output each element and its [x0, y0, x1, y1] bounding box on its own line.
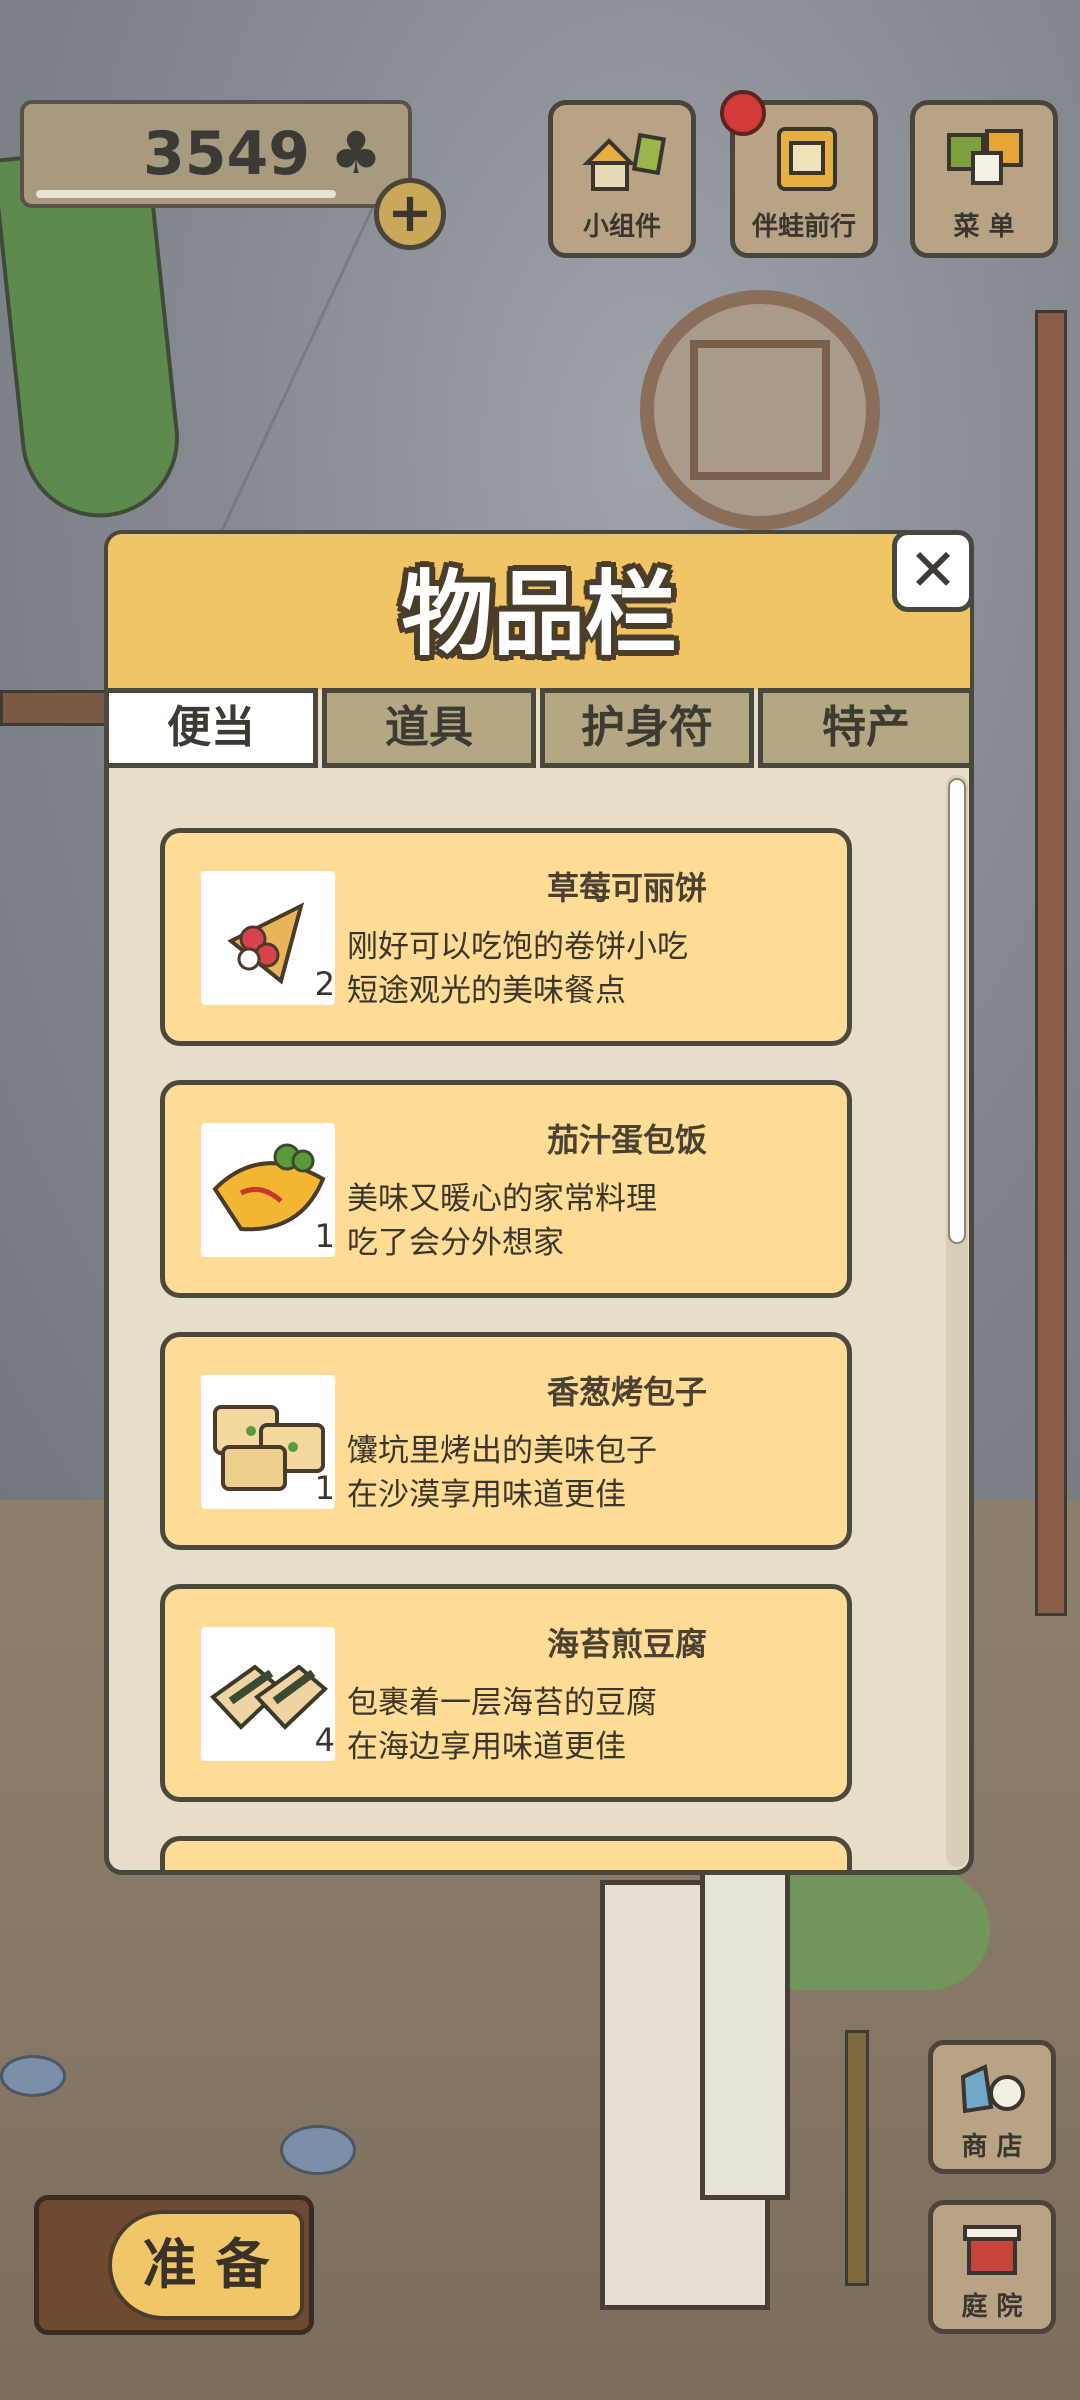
clover-icon: ♣: [330, 119, 382, 187]
widget-icon: [582, 132, 667, 191]
tab-specialties[interactable]: 特产: [758, 688, 974, 768]
shop-icon: [960, 2064, 1025, 2114]
item-description-2: 在海边享用味道更佳: [347, 1729, 626, 1765]
item-name: 香葱烤包子: [547, 1373, 708, 1411]
item-name: 海苔煎豆腐: [547, 1625, 708, 1663]
item-quantity: 1: [314, 1469, 335, 1507]
shop-label: 商 店: [961, 2132, 1023, 2162]
travel-companion-label: 伴蛙前行: [751, 212, 856, 242]
list-item[interactable]: 1 茄汁蛋包饭 美味又暖心的家常料理 吃了会分外想家: [160, 1080, 852, 1298]
close-button[interactable]: ✕: [892, 530, 974, 612]
item-name: 茄汁蛋包饭: [547, 1121, 708, 1159]
wooden-post: [1035, 310, 1067, 1616]
window-lattice: [690, 340, 830, 480]
garden-icon: [963, 2225, 1021, 2275]
item-description-2: 在沙漠享用味道更佳: [347, 1477, 626, 1513]
candle-stand: [845, 2030, 869, 2286]
tab-bento[interactable]: 便当: [104, 688, 318, 768]
clover-bar: [36, 190, 336, 198]
widget-button[interactable]: 小组件: [548, 100, 696, 258]
item-list[interactable]: 2 草莓可丽饼 刚好可以吃饱的卷饼小吃 短途观光的美味餐点 1 茄汁蛋包饭 美味…: [108, 770, 943, 1870]
list-item[interactable]: 2 草莓可丽饼 刚好可以吃饱的卷饼小吃 短途观光的美味餐点: [160, 828, 852, 1046]
item-description: 刚好可以吃饱的卷饼小吃: [347, 929, 688, 965]
widget-label: 小组件: [582, 212, 661, 242]
item-description: 美味又暖心的家常料理: [347, 1181, 657, 1217]
item-description-2: 吃了会分外想家: [347, 1225, 564, 1261]
list-item[interactable]: [160, 1836, 852, 1870]
list-item[interactable]: 4 海苔煎豆腐 包裹着一层海苔的豆腐 在海边享用味道更佳: [160, 1584, 852, 1802]
garden-button[interactable]: 庭 院: [928, 2200, 1056, 2334]
item-quantity: 4: [314, 1721, 335, 1759]
item-quantity: 1: [314, 1217, 335, 1255]
menu-button[interactable]: 菜 单: [910, 100, 1058, 258]
list-item[interactable]: 1 香葱烤包子 馕坑里烤出的美味包子 在沙漠享用味道更佳: [160, 1332, 852, 1550]
travel-companion-icon: [777, 127, 837, 191]
item-description: 馕坑里烤出的美味包子: [347, 1433, 657, 1469]
rock: [280, 2125, 356, 2175]
item-description-2: 短途观光的美味餐点: [347, 973, 626, 1009]
tab-charms[interactable]: 护身符: [540, 688, 754, 768]
dialog-title: 物品栏: [400, 561, 677, 668]
clover-count: 3549: [143, 119, 310, 189]
folding-screen-panel: [700, 1860, 790, 2200]
tab-tools[interactable]: 道具: [322, 688, 536, 768]
item-quantity: 2: [314, 965, 335, 1003]
item-description: 包裹着一层海苔的豆腐: [347, 1685, 657, 1721]
item-name: 草莓可丽饼: [547, 869, 708, 907]
menu-label: 菜 单: [953, 212, 1015, 242]
notification-badge: [720, 90, 766, 136]
scrollbar-thumb[interactable]: [948, 778, 966, 1244]
shop-button[interactable]: 商 店: [928, 2040, 1056, 2174]
add-clover-button[interactable]: +: [374, 178, 446, 250]
menu-icon: [947, 129, 1023, 185]
rock: [0, 2055, 66, 2097]
garden-label: 庭 院: [961, 2292, 1023, 2322]
prepare-label[interactable]: 准 备: [108, 2210, 304, 2320]
